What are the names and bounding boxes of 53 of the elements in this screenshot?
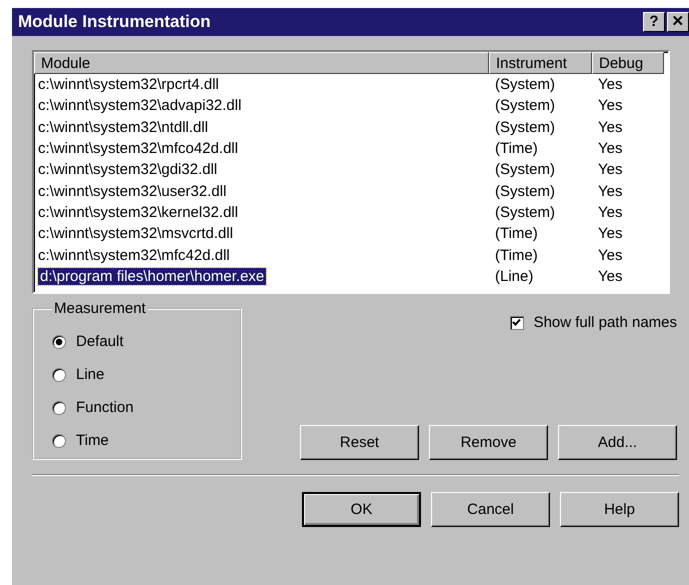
radio-label[interactable]: Line	[76, 366, 104, 383]
table-cell: Yes	[598, 246, 622, 264]
action-button[interactable]: Add...	[558, 425, 677, 460]
dialog-button[interactable]: OK	[302, 492, 421, 527]
table-cell: Yes	[598, 118, 622, 136]
table-cell: Yes	[598, 76, 622, 94]
table-cell: Yes	[598, 161, 622, 178]
table-cell[interactable]: d:\program files\homer\homer.exe	[38, 268, 266, 285]
column-header[interactable]: Instrument	[489, 52, 592, 74]
table-cell: (System)	[495, 97, 555, 114]
table-cell[interactable]: c:\winnt\system32\ntdll.dll	[38, 118, 208, 136]
table-cell[interactable]: c:\winnt\system32\advapi32.dll	[38, 97, 242, 114]
action-button[interactable]: Remove	[429, 425, 548, 460]
radio-label[interactable]: Time	[76, 432, 109, 449]
column-header[interactable]: Debug	[592, 52, 664, 74]
help-button[interactable]: ?	[643, 12, 665, 32]
table-cell: (System)	[495, 118, 555, 136]
table-cell: Yes	[598, 268, 622, 285]
table-cell[interactable]: c:\winnt\system32\mfco42d.dll	[38, 140, 238, 158]
table-cell: Yes	[598, 182, 622, 200]
table-cell: (Time)	[495, 140, 538, 158]
checkbox[interactable]	[510, 316, 524, 330]
checkbox-label[interactable]: Show full path names	[534, 314, 677, 331]
table-cell: Yes	[598, 140, 622, 158]
action-button[interactable]: Reset	[300, 425, 419, 460]
table-cell: Yes	[598, 97, 622, 114]
table-cell: (Line)	[495, 268, 534, 285]
table-cell[interactable]: c:\winnt\system32\rpcrt4.dll	[38, 76, 219, 94]
table-cell: (System)	[495, 161, 555, 178]
close-button[interactable]: ✕	[667, 12, 689, 32]
table-cell[interactable]: c:\winnt\system32\user32.dll	[38, 182, 226, 200]
table-cell: Yes	[598, 204, 622, 221]
table-cell: (System)	[495, 76, 555, 94]
radio-button[interactable]	[52, 368, 66, 382]
radio-button[interactable]	[52, 400, 66, 414]
column-header[interactable]: Module	[34, 52, 489, 74]
window-title: Module Instrumentation	[18, 12, 211, 32]
group-label: Measurement	[53, 300, 147, 317]
table-cell: (System)	[495, 204, 555, 221]
table-cell: (Time)	[495, 246, 538, 264]
table-cell[interactable]: c:\winnt\system32\msvcrtd.dll	[38, 225, 234, 242]
table-cell[interactable]: c:\winnt\system32\mfc42d.dll	[38, 246, 230, 264]
radio-label[interactable]: Function	[76, 399, 134, 416]
table-cell[interactable]: c:\winnt\system32\gdi32.dll	[38, 161, 218, 178]
table-cell: Yes	[598, 225, 622, 242]
table-cell: (System)	[495, 182, 555, 200]
radio-button[interactable]	[52, 434, 66, 448]
table-cell[interactable]: c:\winnt\system32\kernel32.dll	[38, 204, 238, 221]
dialog-button[interactable]: Help	[560, 492, 679, 527]
table-cell: (Time)	[495, 225, 538, 242]
dialog-button[interactable]: Cancel	[431, 492, 550, 527]
radio-button[interactable]	[52, 334, 66, 348]
radio-label[interactable]: Default	[76, 333, 124, 350]
